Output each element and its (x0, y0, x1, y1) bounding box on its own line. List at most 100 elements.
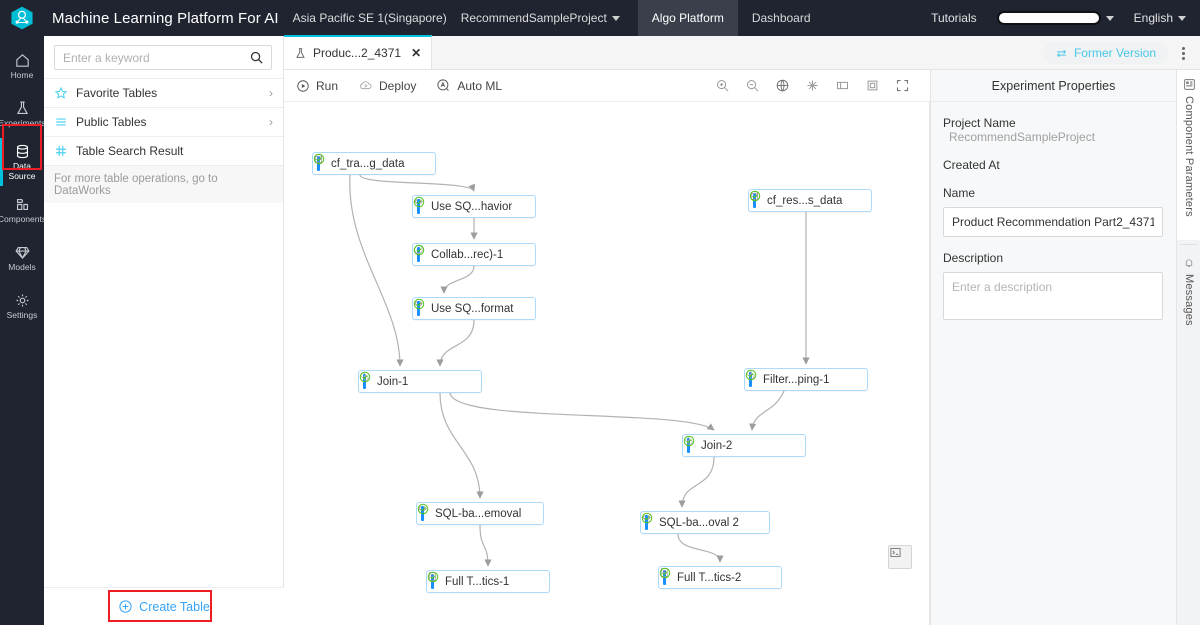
top-header: Machine Learning Platform For AI Asia Pa… (0, 0, 1200, 36)
canvas-node[interactable]: Collab...rec)-1 (412, 243, 536, 266)
former-version-button[interactable]: Former Version (1042, 42, 1168, 64)
panel-icon (1183, 79, 1195, 90)
chevron-down-icon (1105, 15, 1114, 21)
panel-item-label: Favorite Tables (76, 86, 158, 100)
nav-tutorials[interactable]: Tutorials (931, 11, 977, 25)
main-nav: Algo Platform Dashboard (637, 0, 825, 36)
right-vertical-tabs: Component Parameters Messages (1176, 70, 1200, 625)
node-label: Full T...tics-1 (445, 575, 510, 588)
flask-icon (296, 47, 305, 58)
create-table-button[interactable]: Create Table (44, 587, 284, 625)
node-label: Full T...tics-2 (677, 571, 742, 584)
rail-item-components[interactable]: Components (0, 186, 46, 234)
platform-logo[interactable] (0, 0, 44, 36)
document-tab[interactable]: Produc...2_4371 ✕ (284, 35, 433, 69)
panel-item-favorite-tables[interactable]: Favorite Tables › (44, 78, 283, 107)
vtab-component-parameters[interactable]: Component Parameters (1177, 70, 1200, 240)
panel-item-label: Public Tables (76, 115, 147, 129)
document-tab-title: Produc...2_4371 (313, 46, 402, 60)
canvas-node[interactable]: SQL-ba...emoval (416, 502, 544, 525)
auto-ml-label: Auto ML (457, 78, 503, 93)
deploy-button[interactable]: Deploy (358, 78, 416, 93)
canvas-toolbar: Run Deploy Auto ML (284, 70, 930, 102)
table-panel: Favorite Tables › Public Tables › Table … (44, 36, 284, 625)
search-input[interactable] (55, 46, 271, 69)
puzzle-icon (16, 198, 28, 210)
panel-item-public-tables[interactable]: Public Tables › (44, 107, 283, 136)
vtab-messages[interactable]: Messages (1177, 249, 1200, 344)
app-root: Machine Learning Platform For AI Asia Pa… (0, 0, 1200, 625)
canvas-node[interactable]: Join-1 (358, 370, 482, 393)
hash-icon (56, 146, 66, 156)
canvas-node[interactable]: Full T...tics-1 (426, 570, 550, 593)
description-textarea[interactable] (943, 272, 1163, 320)
zoom-in-icon[interactable] (715, 78, 730, 93)
node-label: Collab...rec)-1 (431, 248, 504, 261)
rail-item-settings[interactable]: Settings (0, 282, 44, 330)
canvas-node[interactable]: cf_tra...g_data (312, 152, 436, 175)
rail-label-models: Models (8, 261, 36, 272)
panel-item-table-search-result[interactable]: Table Search Result (44, 136, 283, 165)
rail-item-models[interactable]: Models (0, 234, 44, 282)
chevron-down-icon (1178, 15, 1186, 21)
auto-ml-button[interactable]: Auto ML (436, 78, 502, 93)
name-field-group: Name (943, 186, 1164, 237)
rail-item-experiments[interactable]: Experiments (0, 90, 46, 138)
sparkle-icon[interactable] (805, 78, 820, 93)
canvas-node[interactable]: cf_res...s_data (748, 189, 872, 212)
canvas-node[interactable]: Filter...ping-1 (744, 368, 868, 391)
play-icon (297, 79, 309, 92)
more-vertical-icon[interactable] (1174, 44, 1192, 62)
header-right: Tutorials English (931, 0, 1200, 36)
pai-hexagon-logo-icon (11, 6, 33, 30)
node-label: cf_tra...g_data (331, 157, 405, 170)
chevron-right-icon: › (269, 86, 273, 100)
list-icon (56, 118, 66, 126)
vtab-divider (1180, 244, 1197, 245)
region-selector[interactable]: Asia Pacific SE 1(Singapore) (293, 11, 447, 25)
experiment-properties-panel: Experiment Properties Project Name Recom… (930, 70, 1176, 625)
project-selector[interactable]: RecommendSampleProject (461, 11, 620, 25)
nav-algo-platform[interactable]: Algo Platform (637, 0, 738, 36)
experiment-name-input[interactable] (943, 207, 1163, 237)
experiment-canvas[interactable]: cf_tra...g_data Use SQ...havior Collab..… (284, 102, 930, 625)
node-label: Use SQ...havior (431, 200, 513, 213)
console-button[interactable] (888, 545, 912, 569)
canvas-node[interactable]: Use SQ...format (412, 297, 536, 320)
properties-title: Experiment Properties (931, 70, 1176, 102)
node-label: Filter...ping-1 (763, 373, 830, 386)
canvas-node[interactable]: Use SQ...havior (412, 195, 536, 218)
fullscreen-icon[interactable] (895, 78, 910, 93)
created-at-label: Created At (943, 158, 1000, 172)
globe-icon[interactable] (775, 78, 790, 93)
search-icon[interactable] (249, 50, 264, 68)
terminal-icon (890, 547, 901, 558)
search-box[interactable] (54, 45, 272, 70)
rail-item-home[interactable]: Home (0, 42, 44, 90)
nav-dashboard[interactable]: Dashboard (738, 0, 825, 36)
rail-label-home: Home (10, 69, 34, 80)
rail-label-data-source: Data Source (8, 161, 36, 181)
rail-item-data-source[interactable]: Data Source (0, 138, 44, 186)
left-rail: Home Experiments Data Source Components (0, 36, 46, 625)
chevron-down-icon (611, 15, 620, 21)
canvas-node[interactable]: Join-2 (682, 434, 806, 457)
zoom-out-icon[interactable] (745, 78, 760, 93)
run-button[interactable]: Run (296, 79, 338, 93)
automl-icon (437, 79, 450, 91)
project-name-label: RecommendSampleProject (460, 11, 607, 25)
canvas-node[interactable]: SQL-ba...oval 2 (640, 511, 770, 534)
language-label: English (1133, 11, 1173, 25)
created-at-row: Created At (943, 158, 1164, 172)
fit-screen-icon[interactable] (865, 78, 880, 93)
properties-body: Project Name RecommendSampleProject Crea… (931, 102, 1176, 323)
gear-icon (15, 294, 29, 307)
close-icon[interactable]: ✕ (411, 46, 421, 60)
language-menu[interactable]: English (1134, 11, 1186, 25)
node-label: cf_res...s_data (767, 194, 843, 207)
canvas-node[interactable]: Full T...tics-2 (658, 566, 782, 589)
star-icon (54, 86, 68, 99)
fit-width-icon[interactable] (835, 78, 850, 93)
account-menu[interactable] (996, 11, 1114, 25)
node-label: Join-1 (377, 375, 409, 388)
